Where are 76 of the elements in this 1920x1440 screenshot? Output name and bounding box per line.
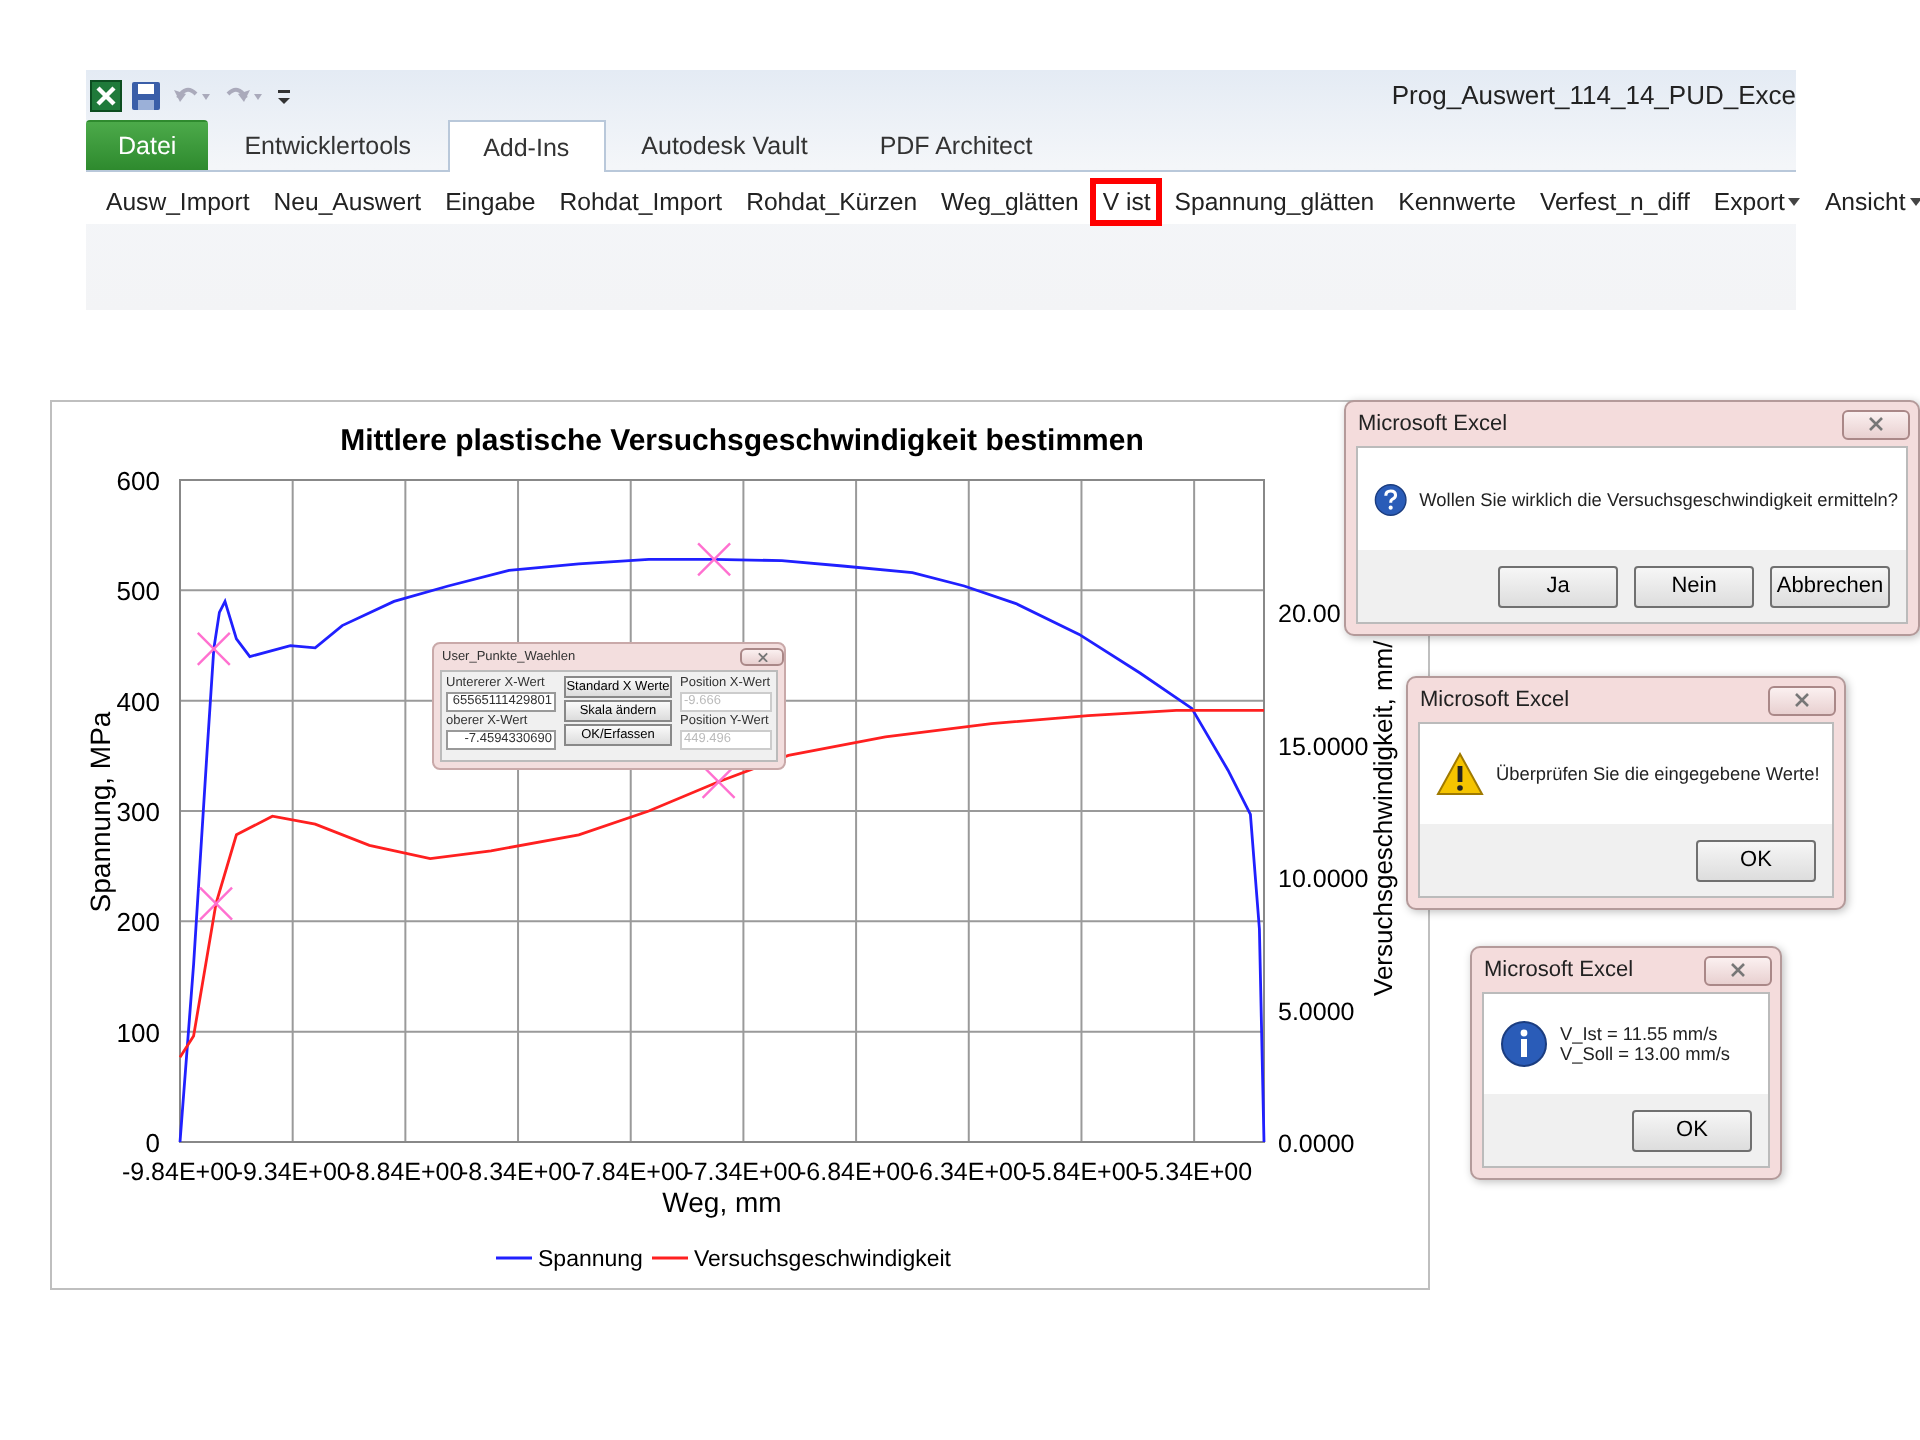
- caret-icon: [1788, 198, 1801, 206]
- close-button[interactable]: [1842, 409, 1910, 439]
- close-button[interactable]: [1704, 955, 1772, 985]
- chart-title: Mittlere plastische Versuchsgeschwindigkeit bestimmen: [340, 424, 1144, 458]
- ribbon-tab[interactable]: Add-Ins: [447, 120, 606, 172]
- ribbon-command[interactable]: Weg_glätten: [929, 178, 1091, 226]
- axis-label: Versuchsgeschwindigkeit, mm/: [1368, 640, 1398, 996]
- dialog-title: Microsoft Excel: [1420, 688, 1572, 712]
- ribbon-command[interactable]: Export: [1701, 178, 1813, 226]
- cross-marker: [701, 764, 736, 800]
- dialog-button[interactable]: Nein: [1634, 565, 1754, 607]
- close-button[interactable]: [1768, 685, 1836, 715]
- ribbon-command[interactable]: Neu_Auswert: [261, 178, 434, 226]
- excel-icon[interactable]: [90, 79, 122, 111]
- ribbon-command[interactable]: Ansicht: [1812, 178, 1920, 226]
- cross-marker: [198, 886, 234, 921]
- message-text: V_Soll = 13.00 mm/s: [1560, 1044, 1731, 1064]
- dialog-button[interactable]: Abbrechen: [1770, 565, 1890, 607]
- dialog-title: Microsoft Excel: [1484, 958, 1636, 982]
- axis-label: Spannung, MPa: [84, 711, 116, 913]
- message-text: Wollen Sie wirklich die Versuchsgeschwindigkeit ermitteln?: [1419, 489, 1898, 509]
- caret-icon: [1909, 198, 1920, 206]
- ribbon-command[interactable]: Rohdat_Import: [547, 178, 735, 226]
- close-icon: [1866, 416, 1886, 432]
- tick-label: -9.34E+00: [234, 1158, 351, 1186]
- tick-label: -5.34E+00: [1136, 1158, 1253, 1186]
- legend-label: Spannung: [538, 1248, 643, 1272]
- close-button[interactable]: [740, 648, 784, 666]
- dialog-button[interactable]: OK: [1632, 1109, 1752, 1151]
- tick-label: 10.0000: [1278, 865, 1369, 894]
- ribbon-command[interactable]: Kennwerte: [1386, 178, 1528, 226]
- tick-label: 500: [116, 576, 160, 607]
- ribbon-tab[interactable]: PDF Architect: [843, 120, 1069, 170]
- close-icon: [1728, 962, 1748, 978]
- dialog-button[interactable]: OK: [1696, 839, 1816, 881]
- ribbon-tab[interactable]: Entwicklertools: [208, 120, 448, 170]
- save-icon[interactable]: [130, 79, 162, 111]
- tick-label: 0: [145, 1128, 160, 1158]
- tick-label: -6.84E+00: [798, 1158, 915, 1186]
- cross-marker: [696, 542, 732, 577]
- tick-label: -8.34E+00: [460, 1158, 577, 1186]
- tick-label: 400: [116, 686, 160, 717]
- axis-label: Weg, mm: [662, 1186, 782, 1218]
- ribbon-tab[interactable]: Autodesk Vault: [605, 120, 844, 170]
- cross-marker: [196, 631, 231, 666]
- dialog-button[interactable]: Ja: [1498, 565, 1618, 607]
- legend-label: Versuchsgeschwindigkeit: [694, 1248, 951, 1272]
- tick-label: -5.84E+00: [1023, 1158, 1140, 1186]
- tick-label: 600: [116, 466, 160, 496]
- tick-label: 15.0000: [1278, 732, 1369, 761]
- close-icon: [1792, 692, 1812, 708]
- close-icon: [755, 651, 769, 663]
- tick-label: 300: [116, 797, 160, 827]
- tick-label: 0.0000: [1278, 1130, 1355, 1158]
- info-icon: [1500, 1020, 1548, 1068]
- tick-label: 20.00: [1278, 600, 1341, 629]
- ribbon-command[interactable]: Spannung_glätten: [1162, 178, 1387, 226]
- ribbon-command[interactable]: Eingabe: [433, 178, 548, 226]
- tick-label: 5.0000: [1278, 997, 1355, 1026]
- message-text: V_Ist = 11.55 mm/s: [1560, 1024, 1720, 1044]
- tick-label: -6.34E+00: [910, 1158, 1027, 1186]
- tick-label: -7.84E+00: [572, 1158, 689, 1186]
- tick-label: 200: [116, 907, 160, 938]
- ribbon-command[interactable]: Verfest_n_diff: [1527, 178, 1702, 226]
- file-tab[interactable]: Datei: [86, 120, 209, 170]
- message-text: Überprüfen Sie die eingegebene Werte!: [1496, 764, 1820, 784]
- dialog-title: Microsoft Excel: [1358, 412, 1510, 436]
- ribbon-command[interactable]: V ist: [1090, 178, 1163, 226]
- tick-label: 100: [116, 1017, 160, 1048]
- tick-label: -8.84E+00: [347, 1158, 464, 1186]
- warning-icon: [1436, 752, 1484, 796]
- tick-label: -9.84E+00: [121, 1158, 239, 1186]
- tick-label: -7.34E+00: [685, 1158, 802, 1186]
- ribbon-command[interactable]: Rohdat_Kürzen: [734, 178, 930, 226]
- ribbon-command[interactable]: Ausw_Import: [94, 178, 262, 226]
- window-title: Prog_Auswert_114_14_PUD_Exce: [1391, 80, 1796, 110]
